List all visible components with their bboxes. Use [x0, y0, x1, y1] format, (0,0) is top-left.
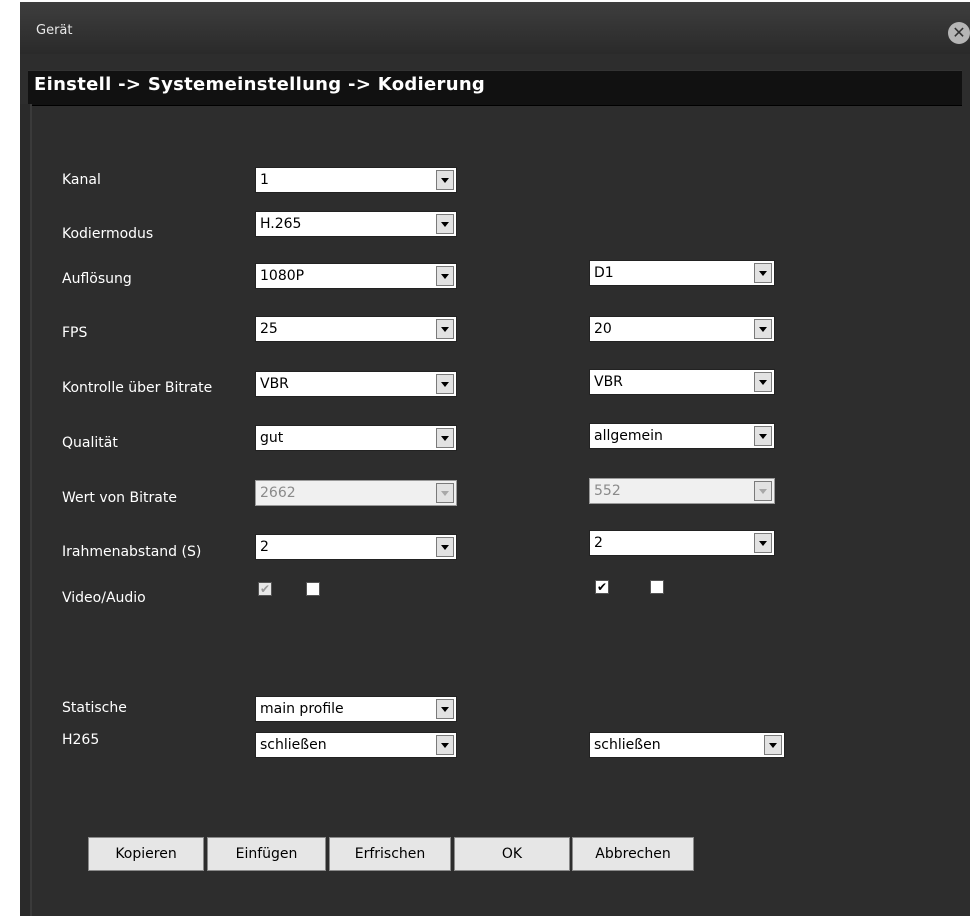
quality-main-value: gut	[260, 430, 284, 446]
aufloesung-main-value: 1080P	[260, 268, 305, 284]
fps-sub-value: 20	[594, 321, 612, 337]
bitrate-value-main-select: 2662	[255, 480, 457, 506]
sub-audio-checkbox[interactable]	[650, 580, 664, 594]
h265-main-select[interactable]: schließen	[255, 732, 457, 758]
bitrate-control-main-select[interactable]: VBR	[255, 371, 457, 397]
chevron-down-icon	[754, 481, 772, 501]
iframe-interval-main-value: 2	[260, 539, 269, 555]
chevron-down-icon	[754, 426, 772, 446]
chevron-down-icon	[436, 170, 454, 190]
kodiermodus-label: Kodiermodus	[62, 226, 154, 242]
paste-button[interactable]: Einfügen	[207, 837, 326, 871]
chevron-down-icon	[754, 372, 772, 392]
h265-sub-select[interactable]: schließen	[589, 732, 785, 758]
static-profile-value: main profile	[260, 701, 344, 717]
fps-sub-select[interactable]: 20	[589, 316, 775, 342]
kanal-value: 1	[260, 172, 269, 188]
refresh-button[interactable]: Erfrischen	[329, 837, 451, 871]
chevron-down-icon	[436, 374, 454, 394]
bitrate-control-sub-select[interactable]: VBR	[589, 369, 775, 395]
chevron-down-icon	[436, 537, 454, 557]
video-audio-label: Video/Audio	[62, 590, 146, 606]
chevron-down-icon	[754, 533, 772, 553]
ok-button[interactable]: OK	[454, 837, 570, 871]
chevron-down-icon	[436, 483, 454, 503]
bitrate-value-sub-value: 552	[594, 483, 621, 499]
kodiermodus-value: H.265	[260, 216, 302, 232]
copy-button[interactable]: Kopieren	[88, 837, 204, 871]
kanal-label: Kanal	[62, 172, 101, 188]
chevron-down-icon	[436, 319, 454, 339]
bitrate-value-label: Wert von Bitrate	[62, 490, 177, 506]
bitrate-control-label: Kontrolle über Bitrate	[62, 380, 213, 396]
kanal-select[interactable]: 1	[255, 167, 457, 193]
window-title: Gerät	[36, 23, 73, 38]
chevron-down-icon	[436, 266, 454, 286]
kodiermodus-select[interactable]: H.265	[255, 211, 457, 237]
aufloesung-label: Auflösung	[62, 271, 132, 287]
chevron-down-icon	[436, 699, 454, 719]
fps-label: FPS	[62, 325, 88, 341]
bitrate-value-sub-select: 552	[589, 478, 775, 504]
bitrate-control-main-value: VBR	[260, 376, 289, 392]
quality-label: Qualität	[62, 435, 118, 451]
dialog-window	[20, 2, 970, 916]
chevron-down-icon	[436, 735, 454, 755]
main-video-checkbox: ✔	[258, 582, 272, 596]
sub-video-checkbox[interactable]: ✔	[595, 580, 609, 594]
title-bar	[20, 2, 970, 54]
h265-main-value: schließen	[260, 737, 327, 753]
aufloesung-sub-value: D1	[594, 265, 614, 281]
chevron-down-icon	[764, 735, 782, 755]
iframe-interval-label: Irahmenabstand (S)	[62, 544, 202, 560]
static-label: Statische	[62, 700, 127, 716]
iframe-interval-sub-select[interactable]: 2	[589, 530, 775, 556]
quality-sub-select[interactable]: allgemein	[589, 423, 775, 449]
static-profile-select[interactable]: main profile	[255, 696, 457, 722]
quality-main-select[interactable]: gut	[255, 425, 457, 451]
aufloesung-sub-select[interactable]: D1	[589, 260, 775, 286]
iframe-interval-main-select[interactable]: 2	[255, 534, 457, 560]
chevron-down-icon	[436, 428, 454, 448]
iframe-interval-sub-value: 2	[594, 535, 603, 551]
h265-sub-value: schließen	[594, 737, 661, 753]
fps-main-select[interactable]: 25	[255, 316, 457, 342]
close-icon[interactable]: ✕	[948, 22, 970, 44]
quality-sub-value: allgemein	[594, 428, 663, 444]
cancel-button[interactable]: Abbrechen	[572, 837, 694, 871]
chevron-down-icon	[754, 263, 772, 283]
breadcrumb: Einstell -> Systemeinstellung -> Kodieru…	[34, 74, 486, 95]
chevron-down-icon	[436, 214, 454, 234]
bitrate-value-main-value: 2662	[260, 485, 296, 501]
main-audio-checkbox[interactable]	[306, 582, 320, 596]
chevron-down-icon	[754, 319, 772, 339]
aufloesung-main-select[interactable]: 1080P	[255, 263, 457, 289]
fps-main-value: 25	[260, 321, 278, 337]
bitrate-control-sub-value: VBR	[594, 374, 623, 390]
left-edge	[20, 104, 32, 916]
h265-label: H265	[62, 732, 100, 748]
